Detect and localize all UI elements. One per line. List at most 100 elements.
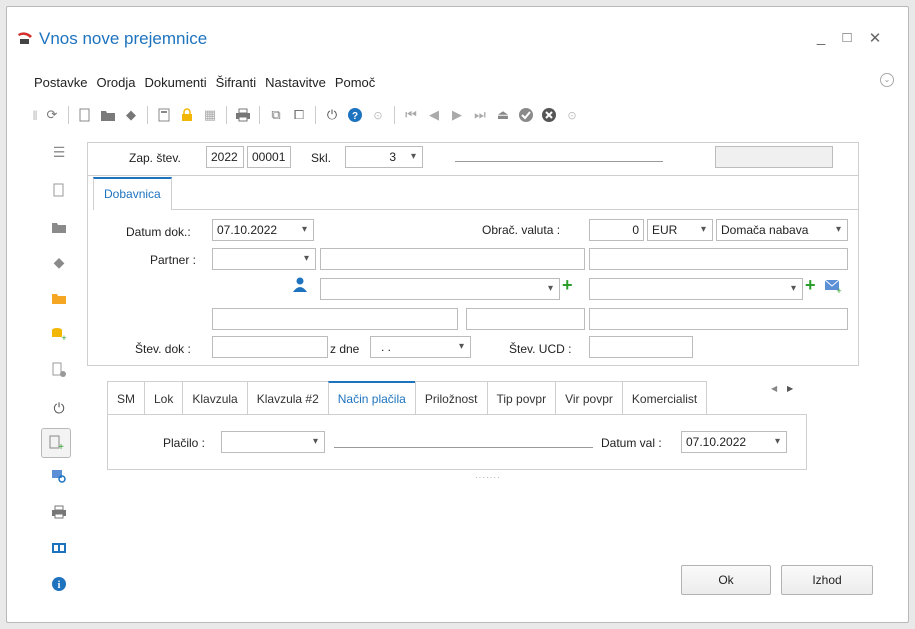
obrac-valuta-input[interactable]: 0: [589, 219, 644, 241]
menu-postavke[interactable]: Postavke: [34, 75, 87, 90]
tab-scroll-left-icon[interactable]: ◀: [771, 384, 777, 393]
nabava-dropdown[interactable]: Domača nabava: [716, 219, 848, 241]
toolbar-divider: [315, 106, 316, 124]
calculator-icon[interactable]: [154, 105, 174, 125]
eraser-icon[interactable]: ◆: [49, 252, 69, 272]
add-contact-icon[interactable]: +: [562, 275, 573, 296]
svg-text:+: +: [58, 442, 64, 451]
document-settings-icon[interactable]: [49, 360, 69, 380]
next-record-icon[interactable]: ▶: [447, 105, 467, 125]
open-folder-icon[interactable]: [49, 288, 69, 308]
city-input[interactable]: [589, 308, 848, 330]
partner-dropdown[interactable]: [212, 248, 316, 270]
tab-klavzula-2[interactable]: Klavzula #2: [246, 381, 329, 415]
columns-view-icon[interactable]: [49, 538, 69, 558]
zap-stev-label: Zap. štev.: [129, 151, 181, 165]
cancel-icon[interactable]: [539, 105, 559, 125]
last-record-icon[interactable]: ⏭: [470, 105, 490, 125]
new-entry-button[interactable]: +: [41, 428, 71, 458]
dobavnica-panel: [87, 175, 859, 366]
new-document-icon[interactable]: [49, 180, 69, 200]
more-icon[interactable]: ⊙: [562, 105, 582, 125]
first-record-icon[interactable]: ⏮: [401, 105, 421, 125]
help-icon[interactable]: ?: [345, 105, 365, 125]
datum-val-input[interactable]: 07.10.2022: [681, 431, 787, 453]
print-icon[interactable]: [49, 502, 69, 522]
address-line-input[interactable]: [212, 308, 458, 330]
eraser-icon[interactable]: ◆: [121, 105, 141, 125]
lock-icon[interactable]: [177, 105, 197, 125]
zap-number-input[interactable]: 00001: [247, 146, 291, 168]
folder-icon[interactable]: [49, 217, 69, 237]
eject-icon[interactable]: ⏏: [493, 105, 513, 125]
svg-text:+: +: [61, 333, 66, 342]
tab-nacin-placila[interactable]: Način plačila: [327, 381, 416, 415]
copy-icon[interactable]: ⧉: [266, 105, 286, 125]
exit-button[interactable]: Izhod: [781, 565, 873, 595]
new-document-icon[interactable]: [75, 105, 95, 125]
folder-icon[interactable]: [98, 105, 118, 125]
contact-dropdown[interactable]: [320, 278, 560, 300]
skl-name-field[interactable]: [455, 161, 663, 162]
datum-dok-input[interactable]: 07.10.2022: [212, 219, 314, 241]
user-icon[interactable]: [293, 277, 307, 293]
menu-dokumenti[interactable]: Dokumenti: [145, 75, 207, 90]
menu-orodja[interactable]: Orodja: [96, 75, 135, 90]
refresh-icon[interactable]: ⟳: [42, 105, 62, 125]
confirm-icon[interactable]: [516, 105, 536, 125]
tab-priloznost[interactable]: Priložnost: [414, 381, 488, 415]
placilo-dropdown[interactable]: [221, 431, 325, 453]
app-logo-icon: [18, 32, 32, 44]
menu-pomoc[interactable]: Pomoč: [335, 75, 375, 90]
info-icon[interactable]: i: [49, 574, 69, 594]
tab-komercialist[interactable]: Komercialist: [621, 381, 708, 415]
tab-scroll-right-icon[interactable]: ▶: [787, 384, 793, 393]
email-add-icon[interactable]: +: [824, 278, 842, 294]
tab-vir-povpr[interactable]: Vir povpr: [555, 381, 623, 415]
datum-dok-label: Datum dok.:: [126, 225, 191, 239]
previous-record-icon[interactable]: ◀: [424, 105, 444, 125]
address-dropdown[interactable]: [589, 278, 803, 300]
placilo-description-field[interactable]: [334, 447, 593, 448]
add-address-icon[interactable]: +: [805, 275, 816, 296]
stev-dok-input[interactable]: [212, 336, 328, 358]
collapse-menu-icon[interactable]: ⌄: [880, 73, 894, 87]
stev-ucd-input[interactable]: [589, 336, 693, 358]
toolbar: ‖ ⟳ ◆ ▦ ⧉ ⧠ ⏻ ? ⊙ ⏮ ◀ ▶ ⏭ ⏏ ⊙: [31, 102, 585, 128]
z-dne-label: z dne: [330, 342, 360, 356]
power-icon[interactable]: ⏻: [322, 105, 342, 125]
tab-dobavnica[interactable]: Dobavnica: [93, 177, 172, 210]
tab-strip-line: [93, 209, 859, 210]
obrac-valuta-label: Obrač. valuta :: [482, 223, 561, 237]
expand-icon[interactable]: ⊙: [368, 105, 388, 125]
tab-lok[interactable]: Lok: [144, 381, 184, 415]
menu-hamburger-icon[interactable]: ☰: [49, 142, 69, 162]
table-search-icon[interactable]: [49, 466, 69, 486]
paste-icon[interactable]: ⧠: [289, 105, 309, 125]
partner-name-input[interactable]: [320, 248, 585, 270]
close-button[interactable]: ✕: [866, 29, 884, 47]
currency-dropdown[interactable]: EUR: [647, 219, 713, 241]
maximize-button[interactable]: □: [838, 29, 856, 46]
postal-input[interactable]: [466, 308, 585, 330]
window-title: Vnos nove prejemnice: [39, 29, 208, 48]
status-field: [715, 146, 833, 168]
power-icon[interactable]: ⏻: [49, 398, 69, 418]
toolbar-divider: [226, 106, 227, 124]
database-add-icon[interactable]: +: [49, 324, 69, 344]
splitter-handle[interactable]: ·······: [475, 473, 501, 482]
menu-sifranti[interactable]: Šifranti: [216, 75, 256, 90]
z-dne-input[interactable]: . .: [370, 336, 471, 358]
zap-year-input[interactable]: 2022: [206, 146, 244, 168]
minimize-button[interactable]: _: [812, 29, 830, 46]
tab-sm[interactable]: SM: [107, 381, 145, 415]
menu-nastavitve[interactable]: Nastavitve: [265, 75, 326, 90]
tab-klavzula[interactable]: Klavzula: [182, 381, 248, 415]
partner-extra-input[interactable]: [589, 248, 848, 270]
ok-button[interactable]: Ok: [681, 565, 771, 595]
skl-dropdown[interactable]: 3: [345, 146, 423, 168]
print-icon[interactable]: [233, 105, 253, 125]
svg-text:?: ?: [352, 111, 358, 122]
grid-select-icon[interactable]: ▦: [200, 105, 220, 125]
tab-tip-povpr[interactable]: Tip povpr: [486, 381, 557, 415]
